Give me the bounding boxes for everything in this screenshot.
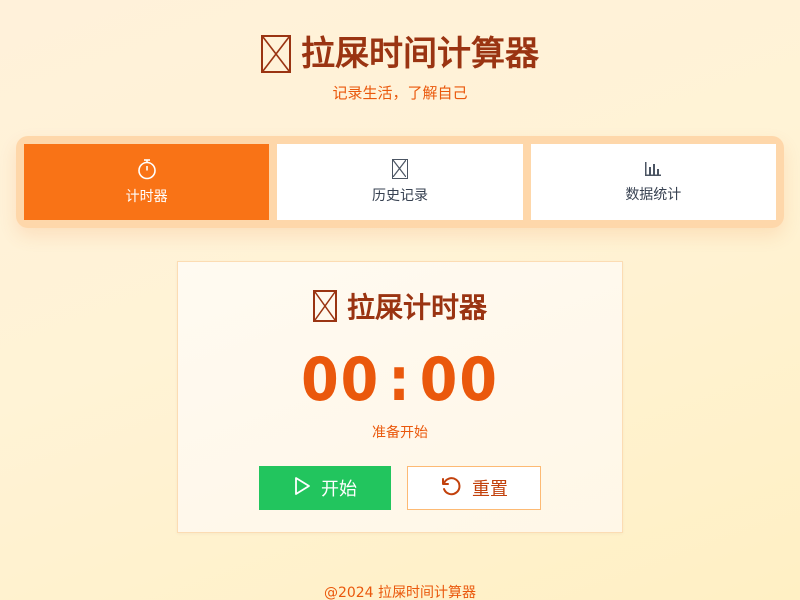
timer-controls: 开始 重置 bbox=[178, 466, 622, 510]
bar-chart-icon bbox=[644, 160, 662, 178]
stopwatch-icon bbox=[136, 158, 158, 180]
reset-button[interactable]: 重置 bbox=[407, 466, 541, 510]
tab-timer[interactable]: 计时器 bbox=[24, 144, 270, 220]
page-subtitle: 记录生活，了解自己 bbox=[332, 84, 468, 102]
start-button-label: 开始 bbox=[321, 479, 357, 500]
tab-history[interactable]: 历史记录 bbox=[277, 144, 523, 220]
missing-glyph-icon bbox=[391, 159, 408, 179]
missing-glyph-icon bbox=[261, 35, 291, 73]
tab-history-label: 历史记录 bbox=[371, 188, 428, 204]
reset-button-label: 重置 bbox=[472, 479, 508, 500]
timer-status: 准备开始 bbox=[372, 425, 428, 441]
missing-glyph-icon bbox=[312, 290, 337, 322]
tab-statistics-label: 数据统计 bbox=[625, 187, 682, 203]
footer-copyright: @2024 拉屎时间计算器 bbox=[323, 585, 477, 600]
page-header: 拉屎时间计算器 记录生活，了解自己 bbox=[0, 28, 800, 103]
timer-colon: : bbox=[388, 345, 412, 415]
page-title-text: 拉屎时间计算器 bbox=[301, 34, 539, 74]
timer-card-title: 拉屎计时器 bbox=[178, 286, 622, 326]
reset-icon bbox=[440, 475, 462, 502]
start-button[interactable]: 开始 bbox=[259, 466, 391, 510]
tab-bar: 计时器 历史记录 数据统计 bbox=[16, 136, 784, 228]
timer-card: 拉屎计时器 00:00 准备开始 开始 重置 bbox=[177, 261, 623, 533]
play-icon bbox=[293, 476, 311, 501]
tab-statistics[interactable]: 数据统计 bbox=[530, 144, 776, 220]
timer-card-title-text: 拉屎计时器 bbox=[346, 291, 487, 324]
timer-seconds: 00 bbox=[419, 345, 499, 415]
timer-display: 00:00 bbox=[178, 344, 622, 416]
tab-timer-label: 计时器 bbox=[125, 189, 168, 205]
page-title: 拉屎时间计算器 bbox=[261, 28, 539, 80]
timer-minutes: 00 bbox=[301, 345, 381, 415]
